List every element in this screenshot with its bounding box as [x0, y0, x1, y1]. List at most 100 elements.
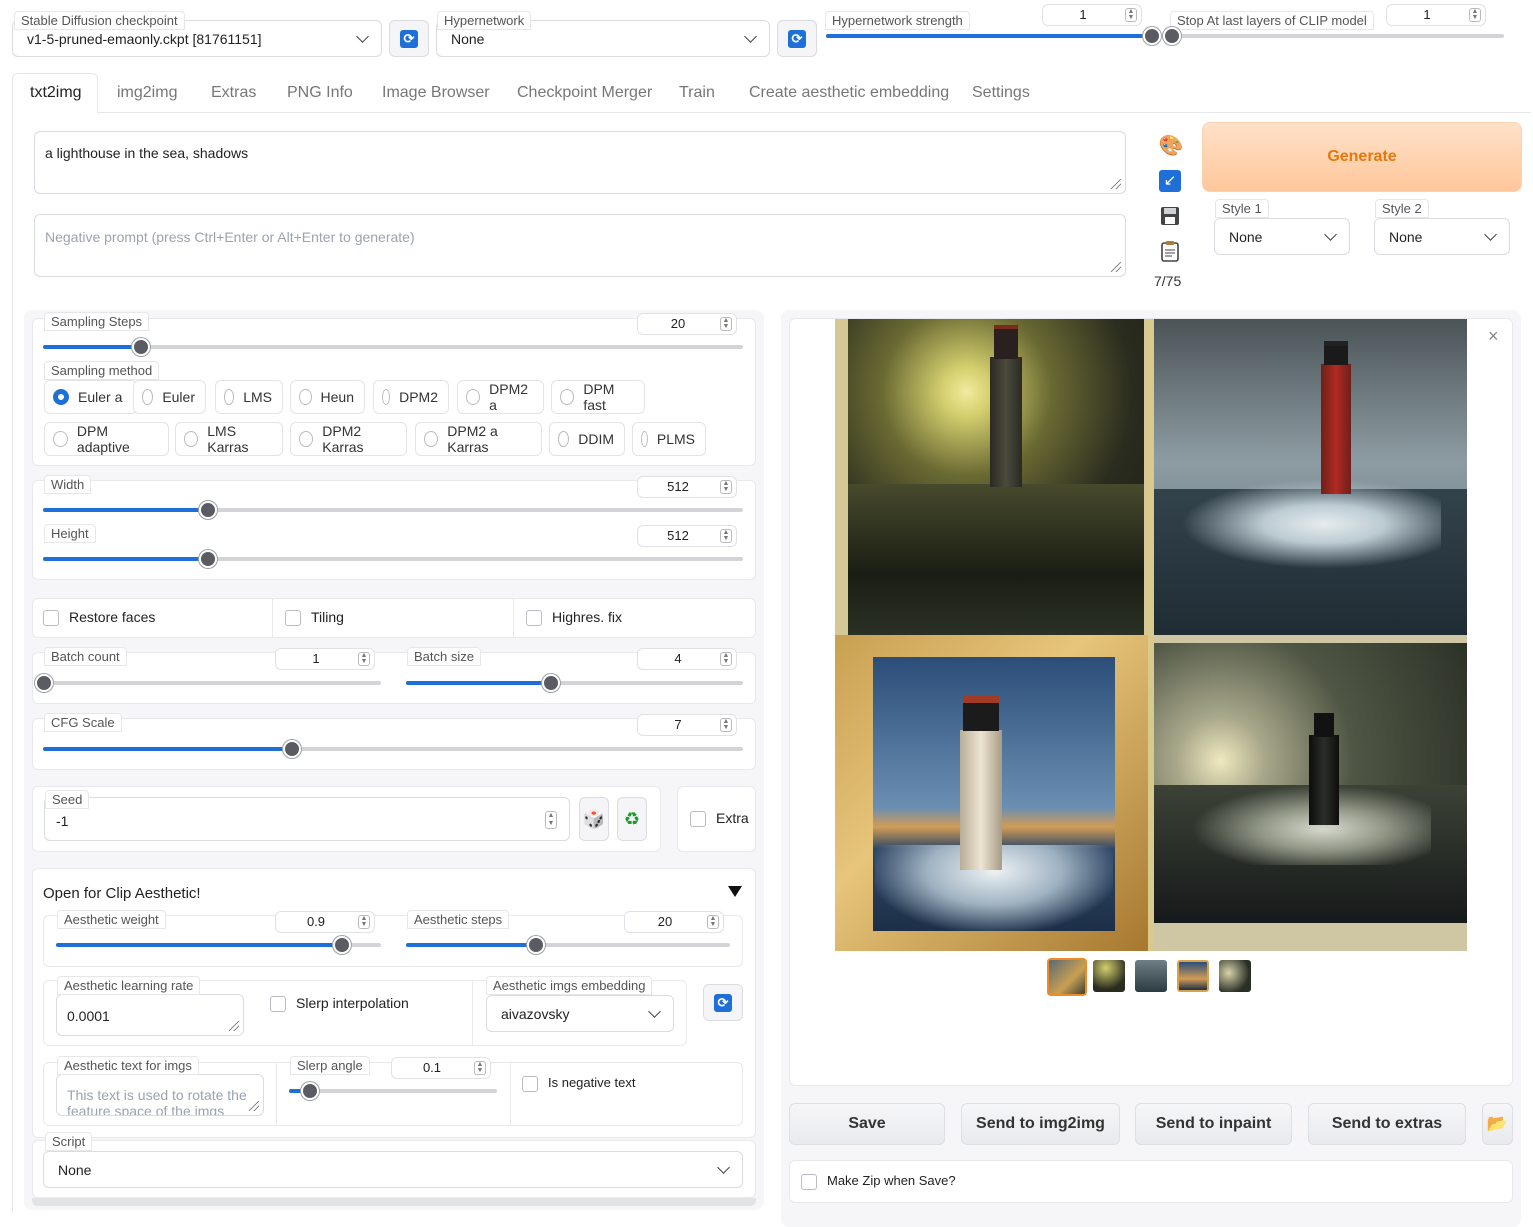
aesthetic-lr-input[interactable]: 0.0001 — [56, 994, 244, 1036]
random-seed-button[interactable]: 🎲 — [579, 797, 609, 841]
spinner-icon[interactable]: ▲ ▼ — [720, 529, 732, 543]
spinner-icon[interactable]: ▲ ▼ — [720, 718, 732, 732]
aesthetic-steps-slider[interactable] — [406, 936, 730, 954]
resize-grip-icon[interactable] — [1111, 179, 1121, 189]
sampler-radio-lms-karras[interactable]: LMS Karras — [175, 422, 283, 456]
sampler-radio-dpm2[interactable]: DPM2 — [373, 380, 449, 414]
radio-dot[interactable] — [466, 389, 481, 405]
paste-arrow-icon[interactable]: ↙ — [1159, 170, 1181, 192]
batch-count-input[interactable]: 1 ▲ ▼ — [275, 648, 375, 670]
radio-dot[interactable] — [382, 389, 391, 405]
checkbox-box[interactable] — [270, 996, 286, 1013]
spinner-icon[interactable]: ▲ ▼ — [720, 480, 732, 494]
refresh-hypernetwork-button[interactable]: ⟳ — [777, 20, 817, 57]
clip-input[interactable]: 1 ▲ ▼ — [1386, 4, 1486, 26]
sampler-radio-dpm2-a[interactable]: DPM2 a — [457, 380, 544, 414]
slider-thumb[interactable] — [1163, 27, 1181, 45]
resize-grip-icon[interactable] — [1111, 262, 1121, 272]
save-button[interactable]: Save — [789, 1103, 945, 1145]
slider-thumb[interactable] — [333, 936, 351, 954]
send-to-extras-button[interactable]: Send to extras — [1308, 1103, 1466, 1145]
tab-checkpoint-merger[interactable]: Checkpoint Merger — [517, 73, 652, 113]
thumbnail-1[interactable] — [1093, 960, 1125, 992]
spinner-icon[interactable]: ▲ ▼ — [1469, 8, 1481, 22]
slider-thumb[interactable] — [198, 550, 217, 568]
height-input[interactable]: 512 ▲ ▼ — [637, 525, 737, 547]
aesthetic-header[interactable]: Open for Clip Aesthetic! — [43, 885, 201, 902]
send-to-inpaint-button[interactable]: Send to inpaint — [1135, 1103, 1292, 1145]
cfg-slider[interactable] — [43, 740, 743, 758]
style1-select[interactable]: None — [1214, 218, 1350, 255]
sampler-radio-dpm-fast[interactable]: DPM fast — [551, 380, 645, 414]
style2-select[interactable]: None — [1374, 218, 1510, 255]
aesthetic-weight-slider[interactable] — [56, 936, 381, 954]
collapse-triangle-icon[interactable] — [728, 886, 742, 897]
make-zip-checkbox[interactable]: Make Zip when Save? — [801, 1173, 956, 1190]
radio-dot[interactable] — [53, 431, 68, 447]
open-folder-button[interactable]: 📂 — [1482, 1103, 1513, 1145]
slider-thumb[interactable] — [198, 501, 217, 519]
tab-png-info[interactable]: PNG Info — [287, 73, 353, 113]
width-slider[interactable] — [43, 501, 743, 519]
radio-dot[interactable] — [142, 389, 154, 405]
sampler-radio-plms[interactable]: PLMS — [632, 422, 706, 456]
radio-dot[interactable] — [184, 431, 199, 447]
sampler-radio-dpm-adaptive[interactable]: DPM adaptive — [44, 422, 169, 456]
radio-dot[interactable] — [424, 431, 439, 447]
spinner-icon[interactable]: ▲ ▼ — [474, 1061, 486, 1075]
spinner-icon[interactable]: ▲ ▼ — [720, 652, 732, 666]
clipboard-icon[interactable] — [1159, 240, 1181, 262]
grid-image-4[interactable] — [1151, 635, 1467, 951]
height-slider[interactable] — [43, 550, 743, 568]
sampler-radio-ddim[interactable]: DDIM — [549, 422, 625, 456]
slider-thumb[interactable] — [1143, 27, 1161, 45]
grid-image-1[interactable] — [835, 319, 1151, 635]
radio-dot[interactable] — [558, 431, 570, 447]
refresh-embedding-button[interactable]: ⟳ — [703, 984, 743, 1021]
aesthetic-steps-input[interactable]: 20 ▲ ▼ — [624, 911, 724, 933]
slider-thumb[interactable] — [300, 1082, 319, 1100]
cfg-input[interactable]: 7 ▲ ▼ — [637, 714, 737, 736]
spinner-icon[interactable]: ▲ ▼ — [707, 915, 719, 929]
batch-count-slider[interactable] — [35, 674, 381, 692]
tab-extras[interactable]: Extras — [211, 73, 256, 113]
prompt-textarea[interactable]: a lighthouse in the sea, shadows — [34, 131, 1126, 194]
slider-thumb[interactable] — [35, 674, 53, 692]
slider-thumb[interactable] — [526, 936, 545, 954]
spinner-icon[interactable]: ▲ ▼ — [720, 317, 732, 331]
checkbox-box[interactable] — [690, 811, 706, 828]
grid-image-3[interactable] — [835, 635, 1151, 951]
radio-dot[interactable] — [560, 389, 575, 405]
slerp-interpolation-checkbox[interactable]: Slerp interpolation — [270, 995, 409, 1013]
grid-image-2[interactable] — [1151, 319, 1467, 635]
script-select[interactable]: None — [43, 1151, 743, 1188]
resize-grip-icon[interactable] — [229, 1021, 239, 1031]
radio-dot[interactable] — [641, 431, 648, 447]
slerp-angle-input[interactable]: 0.1 ▲ ▼ — [391, 1057, 491, 1079]
generate-button[interactable]: Generate — [1202, 122, 1522, 192]
aesthetic-text-input[interactable]: This text is used to rotate the feature … — [56, 1074, 264, 1116]
sampler-radio-euler[interactable]: Euler — [133, 380, 206, 414]
tab-train[interactable]: Train — [679, 73, 715, 113]
spinner-icon[interactable]: ▲ ▼ — [545, 811, 557, 829]
extra-checkbox[interactable]: Extra — [690, 810, 749, 828]
radio-dot[interactable] — [299, 389, 312, 405]
width-input[interactable]: 512 ▲ ▼ — [637, 476, 737, 498]
slider-thumb[interactable] — [541, 674, 560, 692]
checkbox-box[interactable] — [43, 610, 59, 627]
radio-dot[interactable] — [299, 431, 314, 447]
slider-thumb[interactable] — [282, 740, 301, 758]
tab-image-browser[interactable]: Image Browser — [382, 73, 490, 113]
clip-slider[interactable] — [1163, 27, 1504, 45]
thumbnail-3[interactable] — [1177, 960, 1209, 992]
close-icon[interactable]: × — [1488, 326, 1499, 347]
thumbnail-grid[interactable] — [1047, 958, 1087, 996]
is-negative-text-checkbox[interactable]: Is negative text — [522, 1075, 635, 1092]
radio-dot[interactable] — [224, 389, 235, 405]
sampling-steps-slider[interactable] — [43, 338, 743, 356]
checkbox-box[interactable] — [285, 610, 301, 627]
sampler-radio-dpm2-karras[interactable]: DPM2 Karras — [290, 422, 407, 456]
resize-grip-icon[interactable] — [249, 1101, 259, 1111]
checkbox-box[interactable] — [522, 1075, 538, 1092]
refresh-checkpoint-button[interactable]: ⟳ — [389, 20, 429, 57]
